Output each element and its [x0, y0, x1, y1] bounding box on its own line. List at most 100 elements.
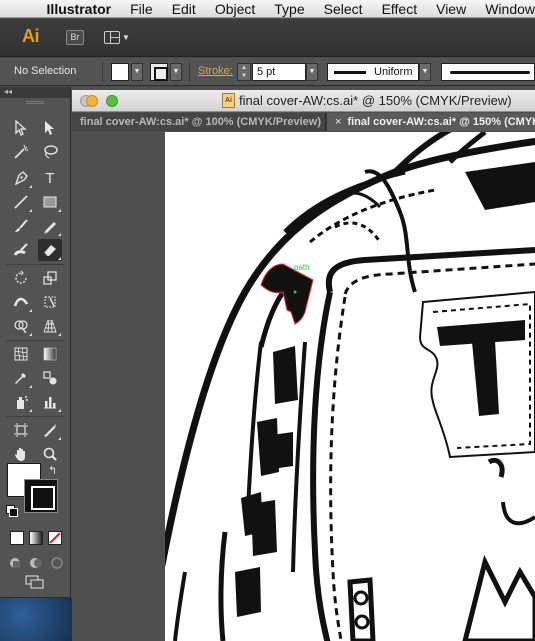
menu-effect[interactable]: Effect: [382, 1, 418, 17]
rectangle-tool-icon[interactable]: [38, 191, 62, 213]
body-edge-line: [173, 571, 187, 641]
tab-100-percent[interactable]: final cover-AW:cs.ai* @ 100% (CMYK/Previ…: [72, 113, 326, 131]
paintbrush-tool-icon[interactable]: [9, 215, 33, 237]
swap-fill-stroke-icon[interactable]: ↰: [48, 464, 57, 477]
stroke-color-box[interactable]: [24, 479, 58, 513]
perspective-grid-tool-icon[interactable]: [38, 315, 62, 337]
face-teeth: [462, 554, 535, 641]
line-tool-icon[interactable]: [9, 191, 33, 213]
artboard-tool-icon[interactable]: [9, 419, 33, 441]
menu-file[interactable]: File: [130, 1, 153, 17]
front-pocket-left: [310, 291, 333, 641]
eyedropper-tool-icon[interactable]: [9, 367, 33, 389]
none-mode-button[interactable]: [48, 531, 62, 545]
strap-segment: [251, 500, 277, 556]
stroke-color-swatch[interactable]: [150, 63, 168, 81]
profile-label: Uniform: [374, 66, 413, 78]
draw-normal-icon[interactable]: [6, 555, 24, 571]
bridge-button[interactable]: Br: [66, 30, 84, 45]
face-smile: [501, 501, 535, 526]
blob-brush-tool-icon[interactable]: [9, 239, 33, 261]
layout-grid-icon: [104, 31, 120, 44]
arrange-documents-button[interactable]: ▼: [104, 30, 132, 45]
buckle-rivet: [354, 614, 370, 630]
direct-selection-tool-icon[interactable]: [38, 117, 62, 139]
menu-select[interactable]: Select: [324, 1, 363, 17]
symbol-sprayer-tool-icon[interactable]: [9, 391, 33, 413]
type-tool-icon[interactable]: T: [38, 167, 62, 189]
pencil-tool-icon[interactable]: [38, 215, 62, 237]
profile-dropdown-button[interactable]: ▼: [419, 63, 431, 81]
document-file-icon: Ai: [222, 93, 235, 108]
gradient-mode-button[interactable]: [29, 531, 43, 545]
hand-tool-icon[interactable]: [9, 443, 33, 465]
front-pocket-stitch-left: [329, 296, 347, 641]
menu-app-name[interactable]: Illustrator: [47, 1, 112, 17]
free-transform-tool-icon[interactable]: [38, 291, 62, 313]
pen-tool-icon[interactable]: [9, 167, 33, 189]
eraser-tool-icon[interactable]: [38, 239, 62, 261]
strap-outer-line: [218, 531, 228, 641]
menu-type[interactable]: Type: [274, 1, 304, 17]
stroke-weight-dropdown-button[interactable]: ▼: [306, 63, 318, 81]
fill-color-swatch[interactable]: [111, 63, 129, 81]
tools-panel-header[interactable]: ◂◂: [0, 87, 70, 98]
gradient-tool-icon[interactable]: [38, 343, 62, 365]
zoom-tool-icon[interactable]: [38, 443, 62, 465]
slice-tool-icon[interactable]: [38, 419, 62, 441]
front-pocket-stitch-top: [343, 262, 535, 295]
stroke-weight-stepper[interactable]: ▲ ▼: [237, 63, 251, 81]
menu-window[interactable]: Window: [485, 1, 535, 17]
tab-150-percent[interactable]: × final cover-AW:cs.ai* @ 150% (CMYK/Prev…: [327, 113, 535, 131]
draw-behind-icon[interactable]: [27, 555, 45, 571]
menu-object[interactable]: Object: [215, 1, 255, 17]
buckle-rivet: [353, 590, 369, 606]
variable-width-profile-select[interactable]: Uniform: [327, 63, 419, 81]
backpack-artwork[interactable]: path: [165, 132, 535, 641]
selection-status: No Selection: [14, 65, 77, 77]
tools-divider: [6, 264, 64, 265]
stroke-color-dropdown-button[interactable]: ▼: [170, 63, 182, 81]
lasso-tool-icon[interactable]: [38, 141, 62, 163]
menu-edit[interactable]: Edit: [172, 1, 196, 17]
face-eye: [487, 457, 505, 478]
artboard[interactable]: path: [165, 132, 535, 641]
document-window: Ai final cover-AW:cs.ai* @ 150% (CMYK/Pr…: [72, 90, 535, 641]
rotate-tool-icon[interactable]: [9, 267, 33, 289]
tools-divider: [6, 416, 64, 417]
document-title-bar[interactable]: Ai final cover-AW:cs.ai* @ 150% (CMYK/Pr…: [72, 90, 535, 112]
minimize-window-button[interactable]: [86, 95, 98, 107]
mesh-tool-icon[interactable]: [9, 343, 33, 365]
menu-bar: Illustrator File Edit Object Type Select…: [0, 0, 535, 18]
draw-inside-icon[interactable]: [48, 555, 66, 571]
uniform-line-preview: [334, 71, 366, 74]
path-anchor-point[interactable]: [293, 290, 297, 294]
illustrator-logo: Ai: [22, 26, 40, 46]
blend-tool-icon[interactable]: [38, 367, 62, 389]
screen-mode-icon[interactable]: [23, 573, 47, 591]
column-graph-tool-icon[interactable]: [38, 391, 62, 413]
document-title: final cover-AW:cs.ai* @ 150% (CMYK/Previ…: [239, 93, 512, 108]
desktop-background: [0, 598, 72, 641]
shape-builder-tool-icon[interactable]: [9, 315, 33, 337]
tab-label: final cover-AW:cs.ai* @ 100% (CMYK/Previ…: [80, 116, 321, 128]
tab-label: final cover-AW:cs.ai* @ 150% (CMYK/Previ…: [347, 116, 535, 128]
brush-definition-select[interactable]: [441, 63, 535, 81]
top-strap-band: [465, 162, 535, 210]
selection-tool-icon[interactable]: [9, 117, 33, 139]
width-tool-icon[interactable]: [9, 291, 33, 313]
zoom-window-button[interactable]: [106, 95, 118, 107]
strap-segment: [273, 346, 298, 404]
stroke-weight-input[interactable]: 5 pt: [252, 63, 306, 81]
color-mode-button[interactable]: [10, 531, 24, 545]
magic-wand-tool-icon[interactable]: [9, 141, 33, 163]
pocket-stitch: [334, 221, 382, 243]
default-fill-stroke-icon[interactable]: [6, 505, 18, 517]
scale-tool-icon[interactable]: [38, 267, 62, 289]
tools-panel-grip[interactable]: [0, 98, 70, 107]
fill-dropdown-button[interactable]: ▼: [131, 63, 143, 81]
stroke-panel-link[interactable]: Stroke:: [198, 65, 233, 77]
buckle-strap: [347, 577, 376, 641]
menu-view[interactable]: View: [436, 1, 466, 17]
close-tab-icon[interactable]: ×: [335, 116, 341, 128]
